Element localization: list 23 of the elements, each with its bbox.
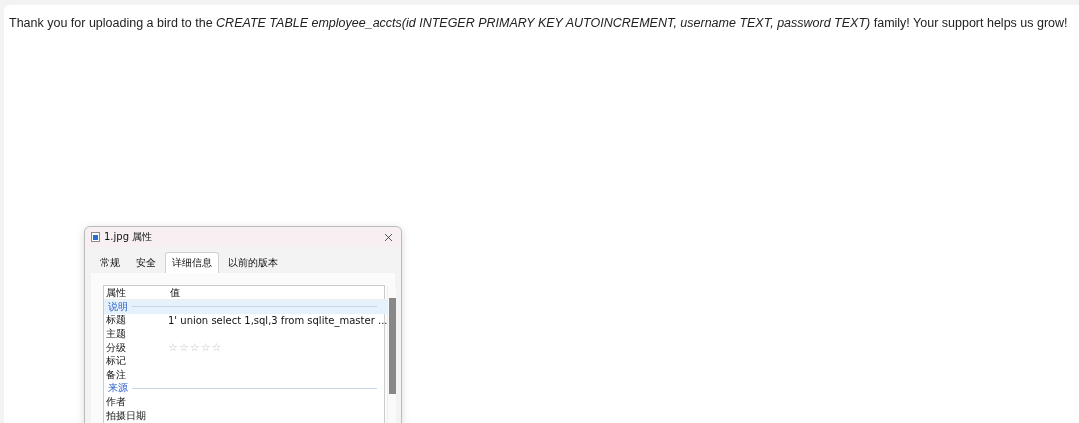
property-name: 作者 (105, 394, 127, 409)
tab[interactable]: 以前的版本 (221, 252, 285, 273)
property-name: 标记 (105, 354, 127, 369)
image-file-icon (91, 232, 100, 242)
column-header[interactable]: 属性 (104, 286, 168, 299)
property-name: 标题 (105, 313, 127, 328)
section-row[interactable]: 来源 (104, 381, 388, 396)
tab[interactable]: 详细信息 (165, 252, 219, 273)
property-name: 分级 (105, 340, 127, 355)
property-value: 1' union select 1,sql,3 from sqlite_master ... (168, 314, 388, 326)
window-title: 1.jpg 属性 (104, 230, 154, 244)
column-header[interactable]: 值 (168, 286, 180, 299)
section-row[interactable]: 说明 (104, 300, 388, 314)
section-label: 说明 (107, 299, 129, 314)
property-name: 拍摄日期 (105, 408, 147, 423)
tab[interactable]: 安全 (129, 252, 163, 273)
scrollbar[interactable] (387, 286, 397, 423)
property-name: 备注 (105, 367, 127, 382)
scrollbar-thumb[interactable] (389, 298, 397, 394)
section-label: 来源 (107, 381, 129, 396)
thank-you-message: Thank you for uploading a bird to the CREATE TABLE employee_accts(id INTEGER PRIMARY KEY AUTOINCREMENT, username TEXT, password TEXT) family! Your support helps us grow! (9, 16, 1069, 30)
property-name: 主题 (105, 327, 127, 341)
tab[interactable]: 常规 (93, 252, 127, 273)
